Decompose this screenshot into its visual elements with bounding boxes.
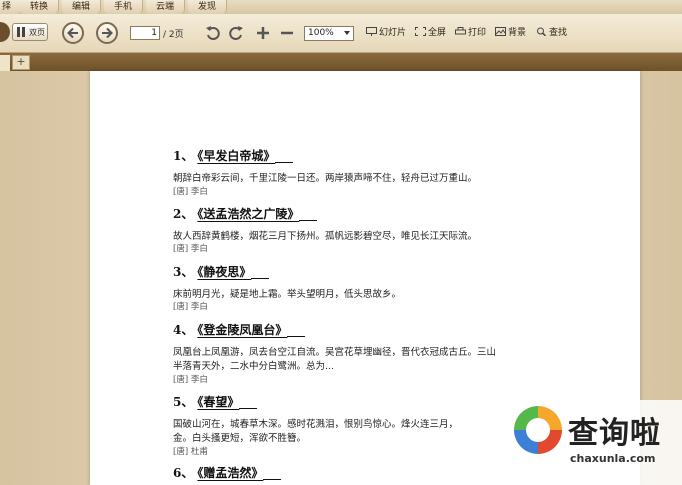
poem-title: 5、 《春望》 xyxy=(173,393,258,410)
poem-text: 国破山河在，城春草木深。感时花溅泪，恨别鸟惊心。烽火连三月， xyxy=(173,419,459,430)
menu-tab-read[interactable]: 择 xyxy=(0,0,23,14)
menu-tab-discover[interactable]: 发现 xyxy=(188,0,228,14)
add-tab-button[interactable]: + xyxy=(12,55,30,70)
fullscreen-button[interactable]: 全屏 xyxy=(415,27,446,39)
zoom-select[interactable]: 100% xyxy=(304,26,354,41)
next-page-button[interactable] xyxy=(96,22,118,44)
rotate-left-icon[interactable] xyxy=(205,25,221,41)
poem-text: 床前明月光，疑是地上霜。举头望明月，低头思故乡。 xyxy=(173,289,402,300)
double-page-icon xyxy=(17,27,25,37)
watermark-brand: 查询啦 xyxy=(568,416,661,451)
page-number-input[interactable]: 1 xyxy=(130,26,160,40)
poem-title: 4、 《登金陵凤凰台》 xyxy=(173,321,306,338)
view-mode-button[interactable]: 双页 xyxy=(12,23,48,41)
document-tab-strip: + xyxy=(0,53,682,71)
poem-text: 金。白头搔更短，浑欲不胜簪。 xyxy=(173,433,307,444)
zoom-in-icon[interactable] xyxy=(256,26,270,40)
menu-tab-cloud[interactable]: 云端 xyxy=(146,0,186,14)
page-total-label: / 2页 xyxy=(163,30,184,40)
menu-tab-edit[interactable]: 编辑 xyxy=(62,0,102,14)
poem-author: [唐] 李白 xyxy=(173,375,208,385)
menu-bar: 择 转换 编辑 手机 云端 发现 xyxy=(0,0,682,15)
watermark: 查询啦 chaxunla.com xyxy=(508,400,682,485)
background-icon xyxy=(495,27,506,36)
search-button[interactable]: 查找 xyxy=(536,27,567,39)
poem-text: 故人西辞黄鹤楼，烟花三月下扬州。孤帆远影碧空尽，唯见长江天际流。 xyxy=(173,231,478,242)
arrow-right-icon xyxy=(102,27,113,39)
fullscreen-icon xyxy=(415,27,426,36)
arrow-left-icon xyxy=(67,27,78,39)
prev-page-button[interactable] xyxy=(62,22,84,44)
zoom-out-icon[interactable] xyxy=(280,26,294,40)
chaxunla-logo-icon xyxy=(514,406,562,454)
printer-icon xyxy=(455,27,466,35)
poem-author: [唐] 李白 xyxy=(173,187,208,197)
poem-title: 2、 《送孟浩然之广陵》 xyxy=(173,205,318,222)
slideshow-button[interactable]: 幻灯片 xyxy=(366,27,406,39)
menu-tab-mobile[interactable]: 手机 xyxy=(104,0,144,14)
poem-title: 3、 《静夜思》 xyxy=(173,263,270,280)
poem-author: [唐] 杜甫 xyxy=(173,447,208,457)
background-button[interactable]: 背景 xyxy=(495,27,526,39)
chevron-down-icon xyxy=(344,31,350,35)
menu-tab-convert[interactable]: 转换 xyxy=(20,0,60,14)
slideshow-icon xyxy=(366,27,377,36)
poem-title: 6、 《赠孟浩然》 xyxy=(173,464,282,481)
document-tab[interactable] xyxy=(0,55,10,71)
zoom-value: 100% xyxy=(308,28,334,38)
search-icon xyxy=(537,27,547,36)
poem-text: 半落青天外，二水中分白鹭洲。总为... xyxy=(173,361,335,372)
poem-author: [唐] 李白 xyxy=(173,302,208,312)
poem-text: 凤凰台上凤凰游，凤去台空江自流。吴宫花草埋幽径，晋代衣冠成古丘。三山 xyxy=(173,347,497,358)
poem-text: 朝辞白帝彩云间，千里江陵一日还。两岸猿声啼不住，轻舟已过万重山。 xyxy=(173,173,478,184)
print-button[interactable]: 打印 xyxy=(455,27,486,39)
poem-title: 1、 《早发白帝城》 xyxy=(173,147,294,164)
watermark-url: chaxunla.com xyxy=(570,452,656,465)
view-mode-label: 双页 xyxy=(29,28,45,37)
rotate-right-icon[interactable] xyxy=(228,25,244,41)
poem-author: [唐] 李白 xyxy=(173,244,208,254)
